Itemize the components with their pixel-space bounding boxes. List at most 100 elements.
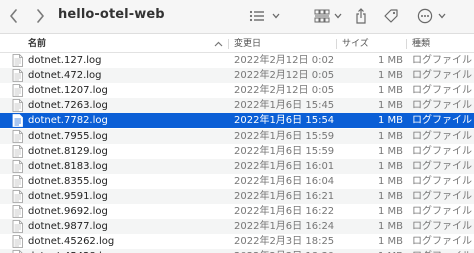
file-name: dotnet.127.log [28, 55, 102, 66]
file-row[interactable]: dotnet.9877.log 2022年1月6日 16:24 1 MB ログファイル [0, 219, 474, 235]
document-icon [12, 144, 23, 158]
file-name: dotnet.8183.log [28, 160, 108, 172]
file-size: 1 MB [377, 115, 403, 127]
share-button[interactable] [352, 6, 370, 26]
chevron-left-icon [10, 9, 17, 23]
more-actions-button[interactable] [413, 6, 437, 26]
file-kind: ログファイル [412, 175, 472, 187]
file-date: 2022年1月6日 15:45 [234, 100, 335, 112]
file-size: 1 MB [377, 130, 403, 142]
file-size: 1 MB [377, 160, 403, 172]
group-menu-button[interactable] [332, 6, 344, 26]
toolbar: hello-otel-web [0, 0, 474, 34]
file-kind: ログファイル [412, 190, 472, 202]
file-date: 2022年2月3日 18:25 [234, 236, 335, 248]
file-row[interactable]: dotnet.8129.log 2022年1月6日 15:59 1 MB ログファイル [0, 144, 474, 159]
file-name: dotnet.45428.log [28, 249, 114, 253]
file-date: 2022年2月3日 18:30 [234, 249, 334, 253]
document-icon [12, 54, 23, 67]
back-button[interactable] [4, 6, 24, 26]
file-size: 1 MB [377, 100, 403, 112]
file-kind: ログファイル [412, 85, 472, 97]
file-row[interactable]: dotnet.127.log 2022年2月12日 0:02 1 MB ログファイル [0, 53, 474, 68]
tag-button[interactable] [381, 6, 401, 26]
file-row[interactable]: dotnet.8183.log 2022年1月6日 16:01 1 MB ログファイル [0, 158, 474, 174]
list-view-icon [249, 10, 264, 22]
file-date: 2022年1月6日 16:24 [234, 221, 335, 233]
file-name: dotnet.7782.log [28, 115, 108, 127]
column-header-name[interactable]: 名前 [28, 35, 46, 53]
file-size: 1 MB [377, 175, 403, 187]
column-divider[interactable] [228, 39, 229, 49]
file-size: 1 MB [377, 236, 403, 248]
file-date: 2022年2月12日 0:05 [234, 85, 335, 97]
file-size: 1 MB [377, 206, 403, 217]
file-kind: ログファイル [412, 236, 472, 248]
document-icon [12, 220, 23, 233]
column-header-date[interactable]: 変更日 [234, 35, 261, 53]
file-row[interactable]: dotnet.472.log 2022年2月12日 0:05 1 MB ログファイル [0, 68, 474, 84]
sort-button[interactable] [214, 36, 223, 54]
file-date: 2022年1月6日 16:21 [234, 190, 335, 202]
column-divider[interactable] [406, 39, 407, 49]
file-date: 2022年1月6日 16:01 [234, 160, 335, 172]
group-button[interactable] [311, 6, 333, 26]
file-row[interactable]: dotnet.9591.log 2022年1月6日 16:21 1 MB ログファイル [0, 188, 474, 204]
file-name: dotnet.7263.log [28, 100, 108, 112]
document-icon [12, 129, 23, 143]
file-row[interactable]: dotnet.7263.log 2022年1月6日 15:45 1 MB ログファイル [0, 98, 474, 114]
file-date: 2022年1月6日 15:59 [234, 130, 335, 142]
file-date: 2022年1月6日 15:59 [234, 145, 335, 157]
view-mode-menu-button[interactable] [270, 6, 282, 26]
file-row[interactable]: dotnet.1207.log 2022年2月12日 0:05 1 MB ログファイル [0, 83, 474, 98]
share-icon [356, 8, 366, 24]
tag-icon [384, 9, 398, 23]
file-size: 1 MB [377, 221, 403, 233]
file-date: 2022年2月12日 0:02 [234, 55, 335, 66]
document-icon [12, 99, 23, 113]
file-date: 2022年1月6日 16:04 [234, 175, 335, 187]
document-icon [12, 205, 23, 218]
file-kind: ログファイル [412, 221, 472, 233]
file-kind: ログファイル [412, 130, 472, 142]
chevron-down-icon [334, 13, 342, 19]
document-icon [12, 114, 23, 128]
file-size: 1 MB [377, 145, 403, 157]
document-icon [12, 235, 23, 249]
column-header-size[interactable]: サイズ [342, 35, 369, 53]
chevron-down-icon [438, 13, 446, 19]
file-kind: ログファイル [412, 249, 472, 253]
document-icon [12, 174, 23, 188]
file-row[interactable]: dotnet.7782.log 2022年1月6日 15:54 1 MB ログファイル [0, 113, 474, 129]
file-name: dotnet.7955.log [28, 130, 108, 142]
file-row[interactable]: dotnet.7955.log 2022年1月6日 15:59 1 MB ログファイル [0, 128, 474, 144]
column-header: 名前 変更日 サイズ 種類 [0, 35, 474, 53]
forward-button[interactable] [30, 6, 50, 26]
view-mode-button[interactable] [244, 6, 270, 26]
file-kind: ログファイル [412, 55, 472, 66]
file-row[interactable]: dotnet.8355.log 2022年1月6日 16:04 1 MB ログファイル [0, 174, 474, 189]
ellipsis-circle-icon [417, 8, 433, 24]
file-kind: ログファイル [412, 145, 472, 157]
file-list: dotnet.127.log 2022年2月12日 0:02 1 MB ログファイル d… [0, 53, 474, 253]
file-size: 1 MB [377, 190, 403, 202]
file-size: 1 MB [377, 85, 403, 97]
file-row[interactable]: dotnet.45262.log 2022年2月3日 18:25 1 MB ログファイ… [0, 234, 474, 249]
more-actions-menu-button[interactable] [436, 6, 448, 26]
file-name: dotnet.9877.log [28, 221, 108, 233]
column-divider[interactable] [336, 39, 337, 49]
file-row[interactable]: dotnet.45428.log 2022年2月3日 18:30 1 MB ログファイ… [0, 249, 474, 253]
file-name: dotnet.9692.log [28, 206, 108, 217]
file-kind: ログファイル [412, 160, 472, 172]
document-icon [12, 84, 23, 98]
grid-view-icon [314, 9, 330, 23]
file-date: 2022年1月6日 16:22 [234, 206, 335, 217]
chevron-down-icon [272, 13, 280, 19]
file-name: dotnet.1207.log [28, 85, 108, 97]
file-name: dotnet.45262.log [28, 236, 115, 248]
document-icon [12, 159, 23, 173]
file-kind: ログファイル [412, 100, 472, 112]
file-name: dotnet.8129.log [28, 145, 108, 157]
column-header-kind[interactable]: 種類 [412, 35, 430, 53]
file-row[interactable]: dotnet.9692.log 2022年1月6日 16:22 1 MB ログファイル [0, 204, 474, 219]
